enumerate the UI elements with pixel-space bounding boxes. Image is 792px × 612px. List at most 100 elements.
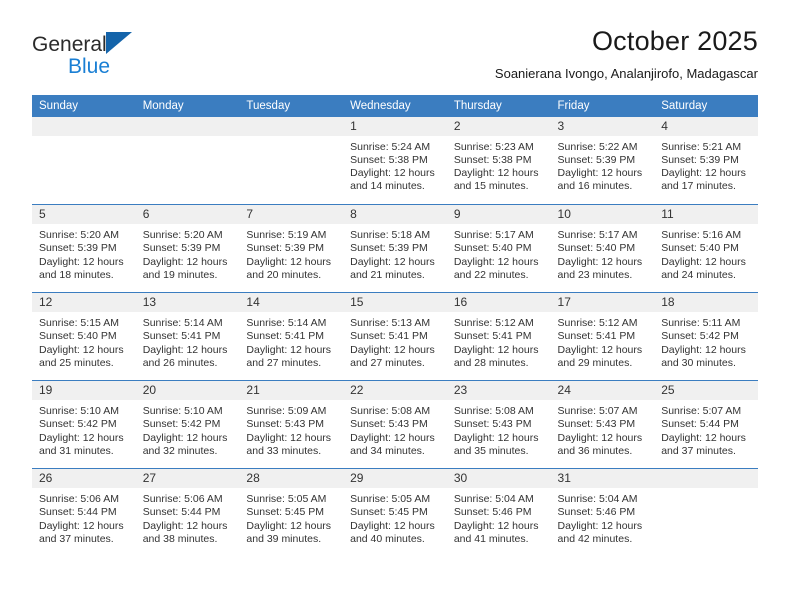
title-block: October 2025 Soanierana Ivongo, Analanji…: [495, 26, 758, 82]
day-number: 9: [446, 205, 551, 225]
sunrise-text: Sunrise: 5:21 AM: [661, 140, 742, 153]
sunset-text: Sunset: 5:39 PM: [142, 242, 221, 255]
day-details: Sunrise: 5:06 AM Sunset: 5:44 PM Daylight:…: [136, 488, 240, 546]
day-number: 14: [239, 293, 344, 313]
day-number: [135, 116, 240, 136]
day-details: Sunrise: 5:12 AM Sunset: 5:41 PM Daylight:…: [551, 312, 655, 370]
daylight-text: Daylight: 12 hours and 24 minutes.: [661, 255, 746, 281]
sunrise-text: Sunrise: 5:24 AM: [350, 140, 431, 153]
day-details: Sunrise: 5:14 AM Sunset: 5:41 PM Daylight:…: [136, 312, 240, 370]
calendar-day-cell[interactable]: 28 Sunrise: 5:05 AM Sunset: 5:45 PM Dayligh…: [239, 468, 344, 557]
calendar-day-cell[interactable]: 30 Sunrise: 5:04 AM Sunset: 5:46 PM Dayligh…: [446, 468, 551, 557]
day-number: 21: [239, 381, 344, 401]
brand-logo-top: General: [32, 32, 132, 55]
calendar-day-cell[interactable]: 7 Sunrise: 5:19 AM Sunset: 5:39 PM Daylight…: [239, 204, 344, 293]
day-number: 18: [654, 293, 758, 313]
day-details: Sunrise: 5:15 AM Sunset: 5:40 PM Daylight:…: [32, 312, 136, 370]
calendar-day-cell[interactable]: 26 Sunrise: 5:06 AM Sunset: 5:44 PM Dayligh…: [32, 468, 136, 557]
day-details: Sunrise: 5:04 AM Sunset: 5:46 PM Daylight:…: [447, 488, 551, 546]
weekday-header-saturday: Saturday: [654, 94, 758, 117]
sunrise-text: Sunrise: 5:05 AM: [350, 493, 431, 506]
calendar-cell-empty: [239, 116, 344, 205]
sunset-text: Sunset: 5:39 PM: [39, 242, 117, 255]
daylight-text: Daylight: 12 hours and 32 minutes.: [142, 431, 228, 457]
daylight-text: Daylight: 12 hours and 17 minutes.: [661, 167, 746, 193]
calendar-day-cell[interactable]: 18 Sunrise: 5:11 AM Sunset: 5:42 PM Dayligh…: [654, 292, 758, 381]
calendar-day-cell[interactable]: 29 Sunrise: 5:05 AM Sunset: 5:45 PM Dayligh…: [343, 468, 447, 557]
sunset-text: Sunset: 5:43 PM: [246, 418, 325, 431]
day-number: 24: [550, 381, 655, 401]
sunset-text: Sunset: 5:44 PM: [661, 418, 739, 431]
sunrise-text: Sunrise: 5:06 AM: [39, 493, 119, 506]
calendar-day-cell[interactable]: 24 Sunrise: 5:07 AM Sunset: 5:43 PM Dayligh…: [550, 380, 655, 469]
calendar-day-cell[interactable]: 10 Sunrise: 5:17 AM Sunset: 5:40 PM Dayligh…: [550, 204, 655, 293]
day-number: [654, 469, 758, 489]
calendar-day-cell[interactable]: 13 Sunrise: 5:14 AM Sunset: 5:41 PM Dayligh…: [135, 292, 240, 381]
day-details: Sunrise: 5:14 AM Sunset: 5:41 PM Daylight:…: [239, 312, 343, 370]
day-number: 2: [446, 116, 551, 136]
calendar-day-cell[interactable]: 20 Sunrise: 5:10 AM Sunset: 5:42 PM Dayligh…: [135, 380, 240, 469]
calendar-day-cell[interactable]: 12 Sunrise: 5:15 AM Sunset: 5:40 PM Dayligh…: [32, 292, 136, 381]
sunrise-sunset-calendar: Sunday Monday Tuesday Wednesday Thursday Frid…: [32, 94, 758, 557]
calendar-day-cell[interactable]: 3 Sunrise: 5:22 AM Sunset: 5:39 PM Daylight…: [550, 116, 655, 205]
sunset-text: Sunset: 5:45 PM: [350, 506, 428, 519]
daylight-text: Daylight: 12 hours and 22 minutes.: [453, 255, 539, 281]
calendar-page: General Blue October 2025 Soanierana Ivo…: [0, 0, 792, 612]
sunset-text: Sunset: 5:40 PM: [39, 330, 117, 343]
brand-name-general: General: [32, 33, 107, 56]
brand-logo[interactable]: General Blue: [32, 26, 132, 77]
day-details: Sunrise: 5:17 AM Sunset: 5:40 PM Daylight:…: [551, 224, 655, 282]
daylight-text: Daylight: 12 hours and 36 minutes.: [557, 431, 643, 457]
calendar-day-cell[interactable]: 15 Sunrise: 5:13 AM Sunset: 5:41 PM Dayligh…: [343, 292, 447, 381]
sunset-text: Sunset: 5:39 PM: [350, 242, 428, 255]
calendar-week-row: 1 Sunrise: 5:24 AM Sunset: 5:38 PM Daylight…: [32, 116, 758, 205]
daylight-text: Daylight: 12 hours and 28 minutes.: [453, 343, 539, 369]
sunset-text: Sunset: 5:40 PM: [453, 242, 532, 255]
calendar-day-cell[interactable]: 25 Sunrise: 5:07 AM Sunset: 5:44 PM Dayligh…: [654, 380, 758, 469]
calendar-cell-empty: [32, 116, 136, 205]
calendar-day-cell[interactable]: 11 Sunrise: 5:16 AM Sunset: 5:40 PM Dayligh…: [654, 204, 758, 293]
daylight-text: Daylight: 12 hours and 15 minutes.: [453, 167, 539, 193]
sunset-text: Sunset: 5:42 PM: [39, 418, 117, 431]
daylight-text: Daylight: 12 hours and 27 minutes.: [350, 343, 435, 369]
sunset-text: Sunset: 5:40 PM: [557, 242, 636, 255]
sunrise-text: Sunrise: 5:16 AM: [661, 229, 742, 242]
calendar-day-cell[interactable]: 9 Sunrise: 5:17 AM Sunset: 5:40 PM Daylight…: [446, 204, 551, 293]
sunrise-text: Sunrise: 5:18 AM: [350, 229, 431, 242]
day-number: 29: [343, 469, 447, 489]
calendar-header-row: Sunday Monday Tuesday Wednesday Thursday Frid…: [32, 94, 758, 117]
calendar-day-cell[interactable]: 2 Sunrise: 5:23 AM Sunset: 5:38 PM Daylight…: [446, 116, 551, 205]
calendar-day-cell[interactable]: 14 Sunrise: 5:14 AM Sunset: 5:41 PM Dayligh…: [239, 292, 344, 381]
calendar-day-cell[interactable]: 6 Sunrise: 5:20 AM Sunset: 5:39 PM Daylight…: [135, 204, 240, 293]
calendar-day-cell[interactable]: 23 Sunrise: 5:08 AM Sunset: 5:43 PM Dayligh…: [446, 380, 551, 469]
calendar-day-cell[interactable]: 27 Sunrise: 5:06 AM Sunset: 5:44 PM Dayligh…: [135, 468, 240, 557]
day-details: Sunrise: 5:09 AM Sunset: 5:43 PM Daylight:…: [239, 400, 343, 458]
calendar-day-cell[interactable]: 5 Sunrise: 5:20 AM Sunset: 5:39 PM Daylight…: [32, 204, 136, 293]
calendar-day-cell[interactable]: 4 Sunrise: 5:21 AM Sunset: 5:39 PM Daylight…: [654, 116, 758, 205]
daylight-text: Daylight: 12 hours and 34 minutes.: [350, 431, 435, 457]
day-details: Sunrise: 5:22 AM Sunset: 5:39 PM Daylight:…: [551, 136, 655, 194]
calendar-day-cell[interactable]: 31 Sunrise: 5:04 AM Sunset: 5:46 PM Dayligh…: [550, 468, 655, 557]
calendar-day-cell[interactable]: 17 Sunrise: 5:12 AM Sunset: 5:41 PM Dayligh…: [550, 292, 655, 381]
sunset-text: Sunset: 5:41 PM: [142, 330, 221, 343]
day-number: 4: [654, 116, 758, 136]
sunset-text: Sunset: 5:42 PM: [661, 330, 739, 343]
day-details: Sunrise: 5:07 AM Sunset: 5:44 PM Daylight:…: [654, 400, 758, 458]
calendar-day-cell[interactable]: 21 Sunrise: 5:09 AM Sunset: 5:43 PM Dayligh…: [239, 380, 344, 469]
calendar-day-cell[interactable]: 8 Sunrise: 5:18 AM Sunset: 5:39 PM Daylight…: [343, 204, 447, 293]
daylight-text: Daylight: 12 hours and 18 minutes.: [39, 255, 124, 281]
calendar-day-cell[interactable]: 22 Sunrise: 5:08 AM Sunset: 5:43 PM Dayligh…: [343, 380, 447, 469]
sunset-text: Sunset: 5:44 PM: [39, 506, 117, 519]
calendar-cell-empty: [654, 468, 758, 557]
sunrise-text: Sunrise: 5:10 AM: [39, 405, 119, 418]
sunrise-text: Sunrise: 5:22 AM: [557, 140, 638, 153]
day-details: Sunrise: 5:10 AM Sunset: 5:42 PM Daylight:…: [136, 400, 240, 458]
day-number: 28: [239, 469, 344, 489]
calendar-day-cell[interactable]: 1 Sunrise: 5:24 AM Sunset: 5:38 PM Daylight…: [343, 116, 447, 205]
sunrise-text: Sunrise: 5:05 AM: [246, 493, 327, 506]
day-details: Sunrise: 5:05 AM Sunset: 5:45 PM Daylight:…: [239, 488, 343, 546]
day-details: Sunrise: 5:04 AM Sunset: 5:46 PM Daylight:…: [551, 488, 655, 546]
calendar-day-cell[interactable]: 19 Sunrise: 5:10 AM Sunset: 5:42 PM Dayligh…: [32, 380, 136, 469]
day-number: 23: [446, 381, 551, 401]
calendar-day-cell[interactable]: 16 Sunrise: 5:12 AM Sunset: 5:41 PM Dayligh…: [446, 292, 551, 381]
